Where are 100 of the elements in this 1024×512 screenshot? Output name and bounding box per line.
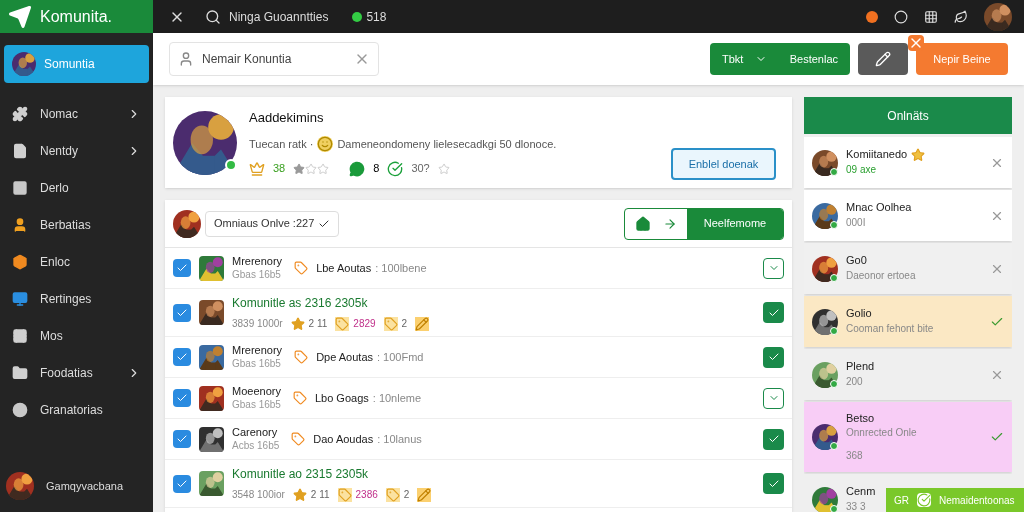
split-button[interactable]: Tbkt Bestenlac bbox=[710, 43, 850, 75]
pencil-icon bbox=[875, 51, 891, 67]
status-icon[interactable] bbox=[894, 9, 908, 24]
user-name: Gamqyvacbana bbox=[46, 478, 124, 494]
row-detail: : 100Fmd bbox=[377, 349, 424, 365]
friend-name: Plend bbox=[846, 360, 875, 375]
close-badge-icon[interactable] bbox=[908, 35, 924, 51]
action-button-group[interactable]: Neelfemome bbox=[624, 207, 784, 240]
smile-icon bbox=[317, 136, 334, 152]
check-icon bbox=[767, 433, 780, 445]
row-checkbox[interactable] bbox=[173, 389, 191, 407]
tag-icon bbox=[335, 316, 350, 331]
friend-name: Golio bbox=[846, 307, 872, 322]
row-subtitle: Gbas 16b5 bbox=[232, 398, 281, 412]
friend-extra: 368 bbox=[846, 449, 864, 463]
friend-card[interactable]: Mnac Oolhea 000I bbox=[804, 190, 1012, 241]
friend-name: Mnac Oolhea bbox=[846, 201, 912, 216]
list-row[interactable]: Mrerenory Gbas 16b5 Lbe Aoutas : 100lbene bbox=[165, 248, 792, 289]
stat-text: 2386 bbox=[355, 488, 378, 502]
star-icon bbox=[290, 316, 305, 331]
check-icon bbox=[767, 351, 780, 363]
description: Dameneondomeny lielesecadkgi 50 dlonoce. bbox=[337, 136, 557, 152]
row-action-button[interactable] bbox=[763, 346, 784, 368]
friend-card[interactable]: Betso Onnrected Onle 368 bbox=[804, 402, 1012, 472]
row-subtitle: 3548 100ior bbox=[232, 488, 285, 502]
tag-icon bbox=[383, 316, 398, 331]
chat-icon bbox=[349, 160, 366, 177]
friend-card[interactable]: Plend 200 bbox=[804, 349, 1012, 400]
list-row[interactable]: Carenory Acbs 16b5 Dao Aoudas : 10lanus bbox=[165, 419, 792, 460]
check-icon bbox=[917, 493, 931, 507]
pencil-icon bbox=[417, 487, 432, 502]
row-action-button[interactable] bbox=[763, 387, 784, 409]
grid-icon[interactable] bbox=[924, 9, 938, 24]
arrow-icon[interactable] bbox=[663, 216, 677, 231]
tag-icon bbox=[292, 391, 307, 405]
profile-button[interactable]: Enblel doenak bbox=[671, 148, 776, 180]
check-icon bbox=[176, 392, 188, 404]
row-checkbox[interactable] bbox=[173, 430, 191, 448]
row-tag: Dpe Aoutas bbox=[316, 348, 373, 366]
logo-icon bbox=[8, 4, 32, 29]
check-icon bbox=[176, 351, 188, 363]
row-subtitle: Gbas 16b5 bbox=[232, 268, 282, 282]
sidebar-item[interactable]: Rertinges bbox=[0, 280, 153, 317]
row-checkbox[interactable] bbox=[173, 348, 191, 366]
search-icon[interactable] bbox=[205, 8, 221, 25]
row-action-button[interactable] bbox=[763, 257, 784, 279]
stat-text: 2 11 bbox=[308, 317, 328, 331]
filter-dropdown[interactable]: Omniaus Onlve :227 bbox=[205, 210, 340, 237]
list-row[interactable]: Moeenory Gbas 16b5 Lbo Goags : 10nleme bbox=[165, 378, 792, 419]
sidebar-item[interactable]: Foodatias bbox=[0, 354, 153, 391]
tool-button[interactable] bbox=[858, 43, 908, 75]
friend-status: Onnrected Onle bbox=[846, 427, 918, 440]
messages-count: 8 bbox=[373, 161, 380, 177]
row-title: Moeenory bbox=[232, 384, 281, 399]
friend-card[interactable]: Golio Cooman fehont bite bbox=[804, 296, 1012, 347]
row-action-button[interactable] bbox=[763, 428, 784, 450]
row-checkbox[interactable] bbox=[173, 259, 191, 277]
profile-name: Aaddekimins bbox=[249, 109, 325, 128]
friend-name: Go0 bbox=[846, 254, 867, 269]
home-icon[interactable] bbox=[635, 215, 651, 232]
list-row[interactable]: Komunitle ao 2315 2305k 3548 100ior 2 11 2386 2 bbox=[165, 460, 792, 508]
points-text: 30? bbox=[411, 161, 430, 177]
row-title: Komunitle as 2316 2305k bbox=[232, 295, 369, 312]
sidebar-item[interactable]: Nentdy bbox=[0, 132, 153, 169]
friend-name: Betso bbox=[846, 411, 875, 426]
friend-name: Komiitanedo bbox=[846, 148, 908, 163]
row-action-button[interactable] bbox=[763, 473, 784, 494]
search-field[interactable]: Nemair Konuntia bbox=[169, 42, 379, 76]
sidebar-item[interactable]: Granatorias bbox=[0, 391, 153, 428]
friend-card[interactable]: Komiitanedo 09 axe bbox=[804, 137, 1012, 188]
sidebar-item[interactable]: Derlo bbox=[0, 169, 153, 206]
accept-icon[interactable] bbox=[990, 430, 1004, 444]
list-row[interactable]: Mrerenory Gbas 16b5 Dpe Aoutas : 100Fmd bbox=[165, 337, 792, 378]
row-detail: : 10nleme bbox=[372, 390, 422, 406]
friend-status: 200 bbox=[846, 376, 864, 389]
stat-text: 2 11 bbox=[310, 488, 330, 502]
row-title: Mrerenory bbox=[232, 343, 283, 358]
row-subtitle: Gbas 16b5 bbox=[232, 357, 282, 371]
check-circle-icon bbox=[387, 160, 404, 177]
sidebar-item[interactable]: Mos bbox=[0, 317, 153, 354]
friend-status: 09 axe bbox=[846, 164, 878, 177]
sidebar-item[interactable]: Nomac bbox=[0, 95, 153, 132]
sidebar-item[interactable]: Berbatias bbox=[0, 206, 153, 243]
logo-text: Komunita. bbox=[40, 6, 113, 27]
friend-status: 000I bbox=[846, 217, 867, 230]
row-checkbox[interactable] bbox=[173, 303, 191, 322]
leaf-icon[interactable] bbox=[954, 9, 968, 24]
friends-header: Onlnäts bbox=[804, 97, 1012, 134]
tag-icon bbox=[385, 487, 400, 502]
friend-card[interactable]: Go0 Daeonor ertoea bbox=[804, 243, 1012, 294]
list-row[interactable]: Komunitle as 2316 2305k 3839 1000r 2 11 2829 2 bbox=[165, 289, 792, 337]
tagline: Tuecan ratk · bbox=[249, 136, 314, 152]
row-action-button[interactable] bbox=[763, 302, 784, 323]
stat-text: 2829 bbox=[353, 317, 376, 331]
star-icon bbox=[437, 162, 450, 175]
group-label[interactable]: Neelfemome bbox=[687, 208, 783, 239]
user-icon bbox=[178, 51, 194, 67]
level-text: 38 bbox=[273, 161, 286, 177]
sidebar-item[interactable]: Enloc bbox=[0, 243, 153, 280]
row-checkbox[interactable] bbox=[173, 474, 191, 493]
